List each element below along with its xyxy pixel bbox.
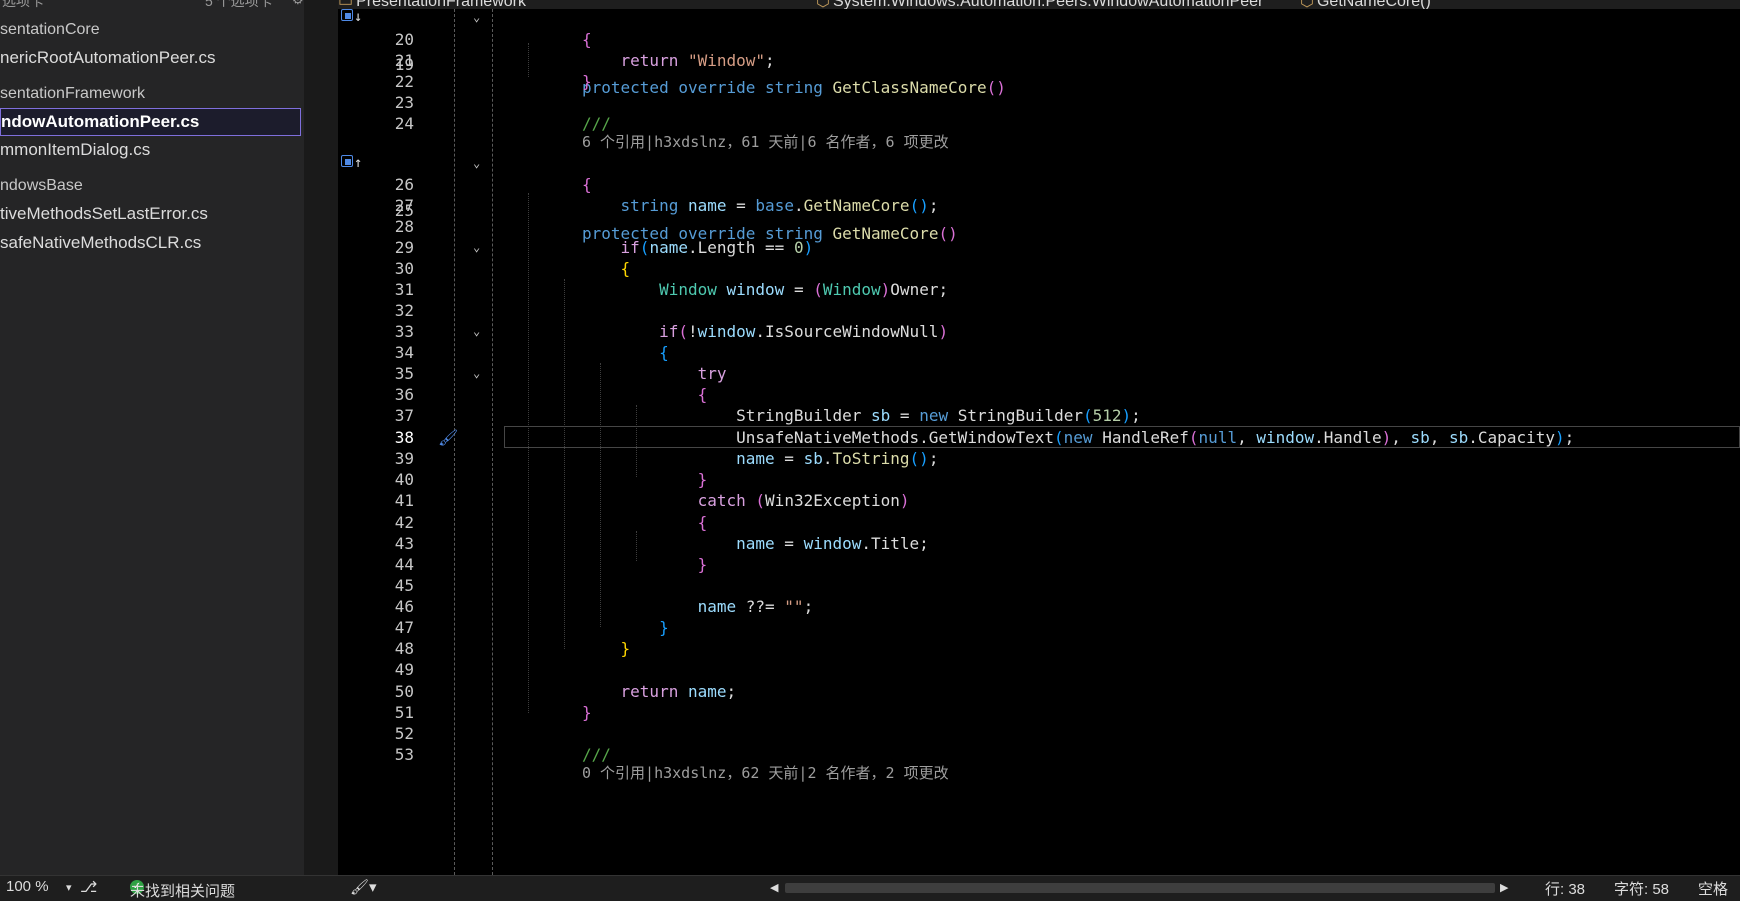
code-line-42: 42 { <box>394 513 708 532</box>
code-line-26: 26{ <box>394 175 592 194</box>
code-line-21: 21 return "Window"; <box>394 51 775 70</box>
scroll-left-icon[interactable]: ◀ <box>770 881 778 894</box>
code-line-34: 34 { <box>394 343 669 362</box>
arrow-up-icon: ↑ <box>354 155 363 171</box>
code-line-39: 39 name = sb.ToString(); <box>394 449 939 468</box>
code-line-43: 43 name = window.Title; <box>394 534 929 553</box>
code-line-33: 33 ⌄ if(!window.IsSourceWindowNull) <box>338 320 1740 343</box>
sidebar-file-commonitemdialog[interactable]: mmonItemDialog.cs <box>0 136 303 164</box>
code-cleanup-brush-icon[interactable]: 🖌▾ <box>350 878 377 896</box>
status-bar: 100 % ▾ ⎇ ✓ 未找到相关问题 🖌▾ ◀ ▶ 行: 38 字符: 58 空… <box>0 875 1740 900</box>
line-indicator[interactable]: 行: 38 <box>1545 878 1585 899</box>
code-line-36: 36 { <box>394 385 708 404</box>
sidebar-splitter[interactable] <box>304 0 338 897</box>
whitespace-indicator[interactable]: 空格 <box>1698 878 1728 899</box>
sidebar-file-nativemethodssetlasterror[interactable]: tiveMethodsSetLastError.cs <box>0 200 303 228</box>
sidebar-file-windowautomationpeer[interactable]: ndowAutomationPeer.cs <box>0 108 301 136</box>
fold-chevron-icon[interactable]: ⌄ <box>473 236 480 259</box>
code-line-30: 30 { <box>394 259 631 278</box>
quick-action-brush-icon[interactable]: 🖌 <box>438 426 458 449</box>
fold-chevron-icon[interactable]: ⌄ <box>473 320 480 343</box>
code-line-44: 44 } <box>394 555 708 574</box>
code-line-49: 49 <box>394 660 414 679</box>
fold-chevron-icon[interactable]: ⌄ <box>473 362 480 385</box>
code-line-23: 23 <box>394 93 414 112</box>
sidebar-file-genericrootautomationpeer[interactable]: nericRootAutomationPeer.cs <box>0 44 303 72</box>
code-line-19: ↓ 19 ⌄ protected override string GetClass… <box>338 9 1740 97</box>
code-line-41: 41 catch (Win32Exception) <box>394 491 910 510</box>
sidebar-file-unsafenativemethodsclr[interactable]: safeNativeMethodsCLR.cs <box>0 229 303 257</box>
issues-text: 未找到相关问题 <box>130 883 236 900</box>
fold-chevron-icon[interactable]: ⌄ <box>473 152 480 175</box>
sidebar-group-windowsbase[interactable]: ndowsBase <box>0 172 303 200</box>
codelens-next-member[interactable]: 0 个引用|h3xdslnz，62 天前|2 名作者，2 项更改 <box>582 762 949 784</box>
git-branch-icon[interactable]: ⎇ <box>80 878 97 896</box>
codelens-getnamecore[interactable]: 6 个引用|h3xdslnz，61 天前|6 名作者，6 项更改 <box>582 131 949 153</box>
horizontal-scrollbar[interactable] <box>785 883 1495 893</box>
code-line-37: 37 StringBuilder sb = new StringBuilder(… <box>394 406 1141 425</box>
code-line-28: 28 <box>394 217 414 236</box>
override-icon[interactable] <box>341 9 353 21</box>
code-line-40: 40 } <box>394 470 708 489</box>
code-line-46: 46 name ??= ""; <box>394 597 814 616</box>
code-line-51: 51} <box>394 703 592 722</box>
sidebar-group-presentationcore[interactable]: sentationCore <box>0 16 303 44</box>
chevron-down-icon[interactable]: ▾ <box>66 881 72 894</box>
code-line-38: 🖌 38 UnsafeNativeMethods.GetWindowText(ne… <box>338 426 1740 449</box>
sidebar-header: 选项卡 5 个选项卡 ⚙ <box>0 0 304 9</box>
sidebar-header-right[interactable]: 5 个选项卡 <box>205 0 273 11</box>
code-line-45: 45 <box>394 576 414 595</box>
code-line-22: 22} <box>394 72 592 91</box>
solution-explorer-sidebar: 选项卡 5 个选项卡 ⚙ sentationCore nericRootAuto… <box>0 0 304 897</box>
code-line-48: 48 } <box>394 639 631 658</box>
code-editor[interactable]: ↓ 19 ⌄ protected override string GetClass… <box>338 9 1740 875</box>
code-line-25: ↑ 25 ⌄ protected override string GetNameC… <box>338 152 1740 243</box>
code-line-20: 20{ <box>394 30 592 49</box>
sidebar-header-left: 选项卡 <box>2 0 44 9</box>
code-line-29: 29 ⌄ if(name.Length == 0) <box>338 236 1740 259</box>
code-line-24: 24/// <box>394 114 611 133</box>
arrow-down-icon: ↓ <box>354 9 363 25</box>
scroll-right-icon[interactable]: ▶ <box>1500 881 1508 894</box>
code-line-52: 52 <box>394 724 414 743</box>
code-line-27: 27 string name = base.GetNameCore(); <box>394 196 939 215</box>
code-line-32: 32 <box>394 301 414 320</box>
code-line-47: 47 } <box>394 618 669 637</box>
code-line-31: 31 Window window = (Window)Owner; <box>394 280 949 299</box>
code-line-50: 50 return name; <box>394 682 737 701</box>
gear-icon[interactable]: ⚙ <box>292 0 304 8</box>
code-line-35: 35 ⌄ try <box>338 362 1740 385</box>
override-icon[interactable] <box>341 155 353 167</box>
sidebar-group-presentationframework[interactable]: sentationFramework <box>0 80 303 108</box>
zoom-level[interactable]: 100 % <box>6 878 49 895</box>
code-line-53: 53/// <box>394 745 611 764</box>
navigation-bar: ▭ PresentationFramework ⬡ System.Windows.A… <box>338 0 1740 10</box>
column-indicator[interactable]: 字符: 58 <box>1614 878 1669 899</box>
fold-chevron-icon[interactable]: ⌄ <box>473 9 480 29</box>
